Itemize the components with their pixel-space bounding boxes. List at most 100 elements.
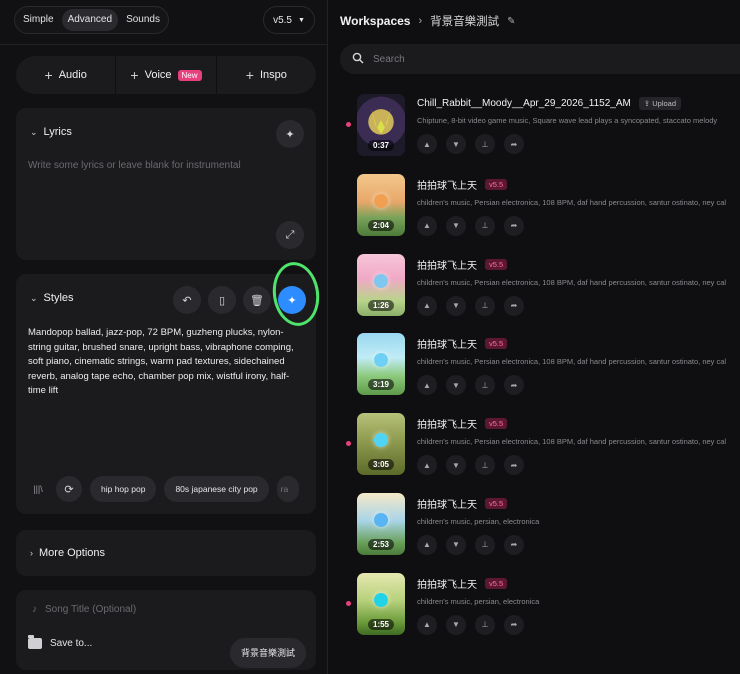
expand-button[interactable]: ⤢: [276, 221, 304, 249]
song-info: 拍拍球飞上天 v5.5 children's music, persian, el…: [417, 576, 740, 635]
version-badge: v5.5: [485, 577, 508, 589]
song-title[interactable]: 拍拍球飞上天: [417, 177, 477, 192]
duration-badge: 3:05: [367, 459, 395, 471]
song-row[interactable]: 3:05 拍拍球飞上天 v5.5 children's music, Persia…: [345, 411, 740, 491]
cover-thumbnail[interactable]: 0:37: [357, 94, 405, 156]
pin-icon[interactable]: ⊥: [475, 134, 495, 154]
share-icon[interactable]: ➦: [504, 134, 524, 154]
new-badge: New: [177, 69, 202, 81]
thumbs-down-icon[interactable]: ▼: [446, 134, 466, 154]
cover-thumbnail[interactable]: 1:55: [357, 572, 405, 635]
create-panel: Simple Advanced Sounds v5.5 ▼ + Audio + …: [0, 0, 328, 674]
refresh-tags-button[interactable]: ⟳: [56, 476, 82, 502]
cover-thumbnail[interactable]: 2:53: [357, 492, 405, 555]
pin-icon[interactable]: ⊥: [475, 295, 495, 316]
magic-wand-icon: ✦: [285, 128, 295, 141]
thumbs-down-icon[interactable]: ▼: [446, 295, 466, 316]
pin-icon[interactable]: ⊥: [475, 215, 495, 236]
bookmark-button[interactable]: ▯: [208, 286, 236, 314]
song-description: children's music, Persian electronica, 1…: [417, 357, 727, 367]
song-title[interactable]: 拍拍球飞上天: [417, 576, 477, 591]
song-row[interactable]: 0:37 Chill_Rabbit__Moody__Apr_29_2026_11…: [345, 92, 740, 172]
add-inspo-label: Inspo: [259, 69, 287, 81]
pin-icon[interactable]: ⊥: [475, 534, 495, 555]
search-input[interactable]: Search: [340, 44, 740, 74]
mode-tab-sounds[interactable]: Sounds: [120, 9, 166, 31]
styles-card: ⌄ Styles ↶ ▯ 🗑 ✦ Mandopop ballad, jazz-p…: [16, 274, 316, 514]
cover-thumbnail[interactable]: 3:19: [357, 333, 405, 396]
refresh-icon: ⟳: [64, 483, 74, 496]
thumbs-down-icon[interactable]: ▼: [446, 534, 466, 555]
song-info: 拍拍球飞上天 v5.5 children's music, Persian ele…: [417, 177, 740, 236]
style-tag[interactable]: ra: [276, 476, 299, 502]
thumbs-up-icon[interactable]: ▲: [417, 455, 437, 476]
pin-icon[interactable]: ⊥: [475, 375, 495, 396]
styles-input[interactable]: Mandopop ballad, jazz-pop, 72 BPM, guzhe…: [28, 326, 303, 399]
add-audio-button[interactable]: + Audio: [16, 67, 115, 83]
share-icon[interactable]: ➦: [504, 295, 524, 316]
thumbs-up-icon[interactable]: ▲: [417, 295, 437, 316]
thumbs-down-icon[interactable]: ▼: [446, 455, 466, 476]
pencil-icon[interactable]: ✎: [507, 16, 515, 27]
magic-wand-button[interactable]: ✦: [276, 120, 304, 148]
song-row[interactable]: 2:53 拍拍球飞上天 v5.5 children's music, persia…: [345, 491, 740, 571]
add-inspo-button[interactable]: + Inspo: [217, 67, 316, 83]
chevron-down-icon: ⌄: [30, 292, 38, 303]
delete-button[interactable]: 🗑: [243, 286, 271, 314]
version-select[interactable]: v5.5 ▼: [263, 6, 315, 34]
song-info: 拍拍球飞上天 v5.5 children's music, Persian ele…: [417, 257, 740, 316]
lyrics-header[interactable]: ⌄ Lyrics: [30, 126, 72, 138]
chevron-right-icon: ›: [30, 548, 33, 558]
save-card: ♪ Song Title (Optional) Save to... 背景音樂測…: [16, 590, 316, 670]
share-icon[interactable]: ➦: [504, 375, 524, 396]
style-tag[interactable]: hip hop pop: [90, 476, 157, 502]
cover-thumbnail[interactable]: 2:04: [357, 173, 405, 236]
song-info: 拍拍球飞上天 v5.5 children's music, Persian ele…: [417, 416, 740, 476]
folder-icon: [28, 635, 42, 649]
song-title[interactable]: 拍拍球飞上天: [417, 257, 477, 272]
share-icon[interactable]: ➦: [504, 455, 524, 476]
song-title[interactable]: 拍拍球飞上天: [417, 336, 477, 351]
style-tag[interactable]: 80s japanese city pop: [164, 476, 269, 502]
more-options-card[interactable]: › More Options: [16, 530, 316, 576]
lyrics-input[interactable]: Write some lyrics or leave blank for ins…: [28, 160, 241, 171]
ball-art: [374, 353, 388, 368]
styles-header[interactable]: ⌄ Styles: [30, 292, 74, 304]
song-row[interactable]: 1:55 拍拍球飞上天 v5.5 children's music, persia…: [345, 571, 740, 651]
undo-button[interactable]: ↶: [173, 286, 201, 314]
thumbs-down-icon[interactable]: ▼: [446, 375, 466, 396]
song-title[interactable]: 拍拍球飞上天: [417, 496, 477, 511]
workspace-select-button[interactable]: 背景音樂測試: [230, 638, 307, 668]
thumbs-down-icon[interactable]: ▼: [446, 614, 466, 635]
thumbs-up-icon[interactable]: ▲: [417, 534, 437, 555]
song-title[interactable]: 拍拍球飞上天: [417, 416, 477, 431]
thumbs-up-icon[interactable]: ▲: [417, 215, 437, 236]
cover-thumbnail[interactable]: 3:05: [357, 413, 405, 476]
version-badge: v5.5: [485, 178, 508, 190]
thumbs-up-icon[interactable]: ▲: [417, 375, 437, 396]
mode-tab-simple[interactable]: Simple: [17, 9, 60, 31]
share-icon[interactable]: ➦: [504, 534, 524, 555]
ball-art: [374, 592, 388, 607]
song-row[interactable]: 1:26 拍拍球飞上天 v5.5 children's music, Persia…: [345, 252, 740, 332]
share-icon[interactable]: ➦: [504, 614, 524, 635]
share-icon[interactable]: ➦: [504, 215, 524, 236]
library-icon[interactable]: |||\: [28, 484, 48, 494]
pin-icon[interactable]: ⊥: [475, 455, 495, 476]
breadcrumb-workspaces[interactable]: Workspaces: [340, 14, 410, 28]
song-row[interactable]: 3:19 拍拍球飞上天 v5.5 children's music, Persia…: [345, 331, 740, 411]
bookmark-icon: ▯: [218, 294, 226, 307]
thumbs-up-icon[interactable]: ▲: [417, 134, 437, 154]
song-title-field[interactable]: ♪ Song Title (Optional): [32, 604, 136, 615]
badge-label: v5.5: [489, 339, 504, 349]
search-icon: [352, 52, 364, 67]
cover-thumbnail[interactable]: 1:26: [357, 253, 405, 316]
mode-tab-advanced[interactable]: Advanced: [61, 9, 119, 31]
pin-icon[interactable]: ⊥: [475, 614, 495, 635]
thumbs-down-icon[interactable]: ▼: [446, 215, 466, 236]
song-row[interactable]: 2:04 拍拍球飞上天 v5.5 children's music, Persia…: [345, 172, 740, 252]
add-audio-label: Audio: [58, 69, 87, 81]
song-title[interactable]: Chill_Rabbit__Moody__Apr_29_2026_1152_AM: [417, 98, 631, 109]
add-voice-button[interactable]: + Voice New: [116, 67, 215, 83]
thumbs-up-icon[interactable]: ▲: [417, 614, 437, 635]
